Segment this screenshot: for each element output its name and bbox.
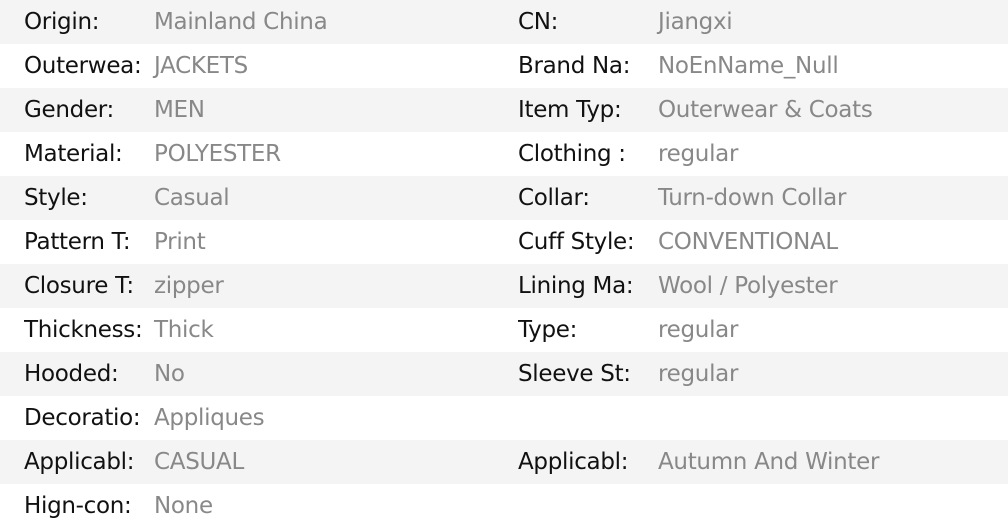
spec-value: regular xyxy=(658,361,739,387)
spec-value: Wool / Polyester xyxy=(658,273,838,299)
spec-row: Closure T: zipper Lining Ma: Wool / Poly… xyxy=(0,264,1008,308)
spec-label: Applicabl: xyxy=(24,449,135,475)
spec-cell-left: Origin: Mainland China xyxy=(0,0,494,44)
spec-cell-left: Decoratio: Appliques xyxy=(0,396,494,440)
spec-cell-right: Clothing : regular xyxy=(494,132,1008,176)
spec-label: Type: xyxy=(518,317,578,343)
spec-value: Outerwear & Coats xyxy=(658,97,873,123)
spec-label: Applicabl: xyxy=(518,449,629,475)
spec-row: Pattern T: Print Cuff Style: CONVENTIONA… xyxy=(0,220,1008,264)
spec-label: Lining Ma: xyxy=(518,273,634,299)
spec-row: Style: Casual Collar: Turn-down Collar xyxy=(0,176,1008,220)
spec-cell-left: Style: Casual xyxy=(0,176,494,220)
spec-value: JACKETS xyxy=(154,53,248,79)
spec-label: Hooded: xyxy=(24,361,119,387)
spec-cell-right: Lining Ma: Wool / Polyester xyxy=(494,264,1008,308)
spec-value: regular xyxy=(658,141,739,167)
spec-row: Decoratio: Appliques xyxy=(0,396,1008,440)
spec-row: Applicabl: CASUAL Applicabl: Autumn And … xyxy=(0,440,1008,484)
spec-row: Material: POLYESTER Clothing : regular xyxy=(0,132,1008,176)
spec-label: Material: xyxy=(24,141,123,167)
spec-label: Hign-con: xyxy=(24,493,132,519)
spec-cell-right: Cuff Style: CONVENTIONAL xyxy=(494,220,1008,264)
spec-row: Gender: MEN Item Typ: Outerwear & Coats xyxy=(0,88,1008,132)
spec-cell-right: Type: regular xyxy=(494,308,1008,352)
spec-cell-right: CN: Jiangxi xyxy=(494,0,1008,44)
spec-cell-left: Material: POLYESTER xyxy=(0,132,494,176)
spec-value: NoEnName_Null xyxy=(658,53,839,79)
spec-value: Casual xyxy=(154,185,230,211)
spec-cell-right xyxy=(494,484,1008,528)
spec-cell-right: Collar: Turn-down Collar xyxy=(494,176,1008,220)
spec-cell-left: Pattern T: Print xyxy=(0,220,494,264)
spec-value: None xyxy=(154,493,213,519)
spec-cell-left: Outerwea: JACKETS xyxy=(0,44,494,88)
spec-label: CN: xyxy=(518,9,559,35)
spec-value: regular xyxy=(658,317,739,343)
product-spec-table: Origin: Mainland China CN: Jiangxi Outer… xyxy=(0,0,1008,528)
spec-label: Decoratio: xyxy=(24,405,141,431)
spec-label: Cuff Style: xyxy=(518,229,635,255)
spec-cell-left: Applicabl: CASUAL xyxy=(0,440,494,484)
spec-value: Autumn And Winter xyxy=(658,449,880,475)
spec-value: Turn-down Collar xyxy=(658,185,847,211)
spec-cell-left: Thickness: Thick xyxy=(0,308,494,352)
spec-cell-left: Hooded: No xyxy=(0,352,494,396)
spec-cell-left: Gender: MEN xyxy=(0,88,494,132)
spec-cell-left: Closure T: zipper xyxy=(0,264,494,308)
spec-cell-right xyxy=(494,396,1008,440)
spec-label: Origin: xyxy=(24,9,100,35)
spec-label: Thickness: xyxy=(24,317,143,343)
spec-cell-left: Hign-con: None xyxy=(0,484,494,528)
spec-cell-right: Sleeve St: regular xyxy=(494,352,1008,396)
spec-label: Item Typ: xyxy=(518,97,622,123)
spec-value: No xyxy=(154,361,185,387)
spec-label: Closure T: xyxy=(24,273,134,299)
spec-row: Origin: Mainland China CN: Jiangxi xyxy=(0,0,1008,44)
spec-label: Brand Na: xyxy=(518,53,631,79)
spec-row: Thickness: Thick Type: regular xyxy=(0,308,1008,352)
spec-label: Clothing : xyxy=(518,141,626,167)
spec-cell-right: Applicabl: Autumn And Winter xyxy=(494,440,1008,484)
spec-label: Collar: xyxy=(518,185,590,211)
spec-value: Mainland China xyxy=(154,9,328,35)
spec-row: Outerwea: JACKETS Brand Na: NoEnName_Nul… xyxy=(0,44,1008,88)
spec-label: Pattern T: xyxy=(24,229,131,255)
spec-value: Appliques xyxy=(154,405,265,431)
spec-value: POLYESTER xyxy=(154,141,281,167)
spec-label: Outerwea: xyxy=(24,53,142,79)
spec-value: Print xyxy=(154,229,206,255)
spec-value: Thick xyxy=(154,317,214,343)
spec-value: MEN xyxy=(154,97,205,123)
spec-cell-right: Item Typ: Outerwear & Coats xyxy=(494,88,1008,132)
spec-label: Gender: xyxy=(24,97,115,123)
spec-value: Jiangxi xyxy=(658,9,733,35)
spec-value: CONVENTIONAL xyxy=(658,229,838,255)
spec-label: Style: xyxy=(24,185,88,211)
spec-cell-right: Brand Na: NoEnName_Null xyxy=(494,44,1008,88)
spec-value: zipper xyxy=(154,273,224,299)
spec-label: Sleeve St: xyxy=(518,361,631,387)
spec-row: Hign-con: None xyxy=(0,484,1008,528)
spec-value: CASUAL xyxy=(154,449,244,475)
spec-row: Hooded: No Sleeve St: regular xyxy=(0,352,1008,396)
